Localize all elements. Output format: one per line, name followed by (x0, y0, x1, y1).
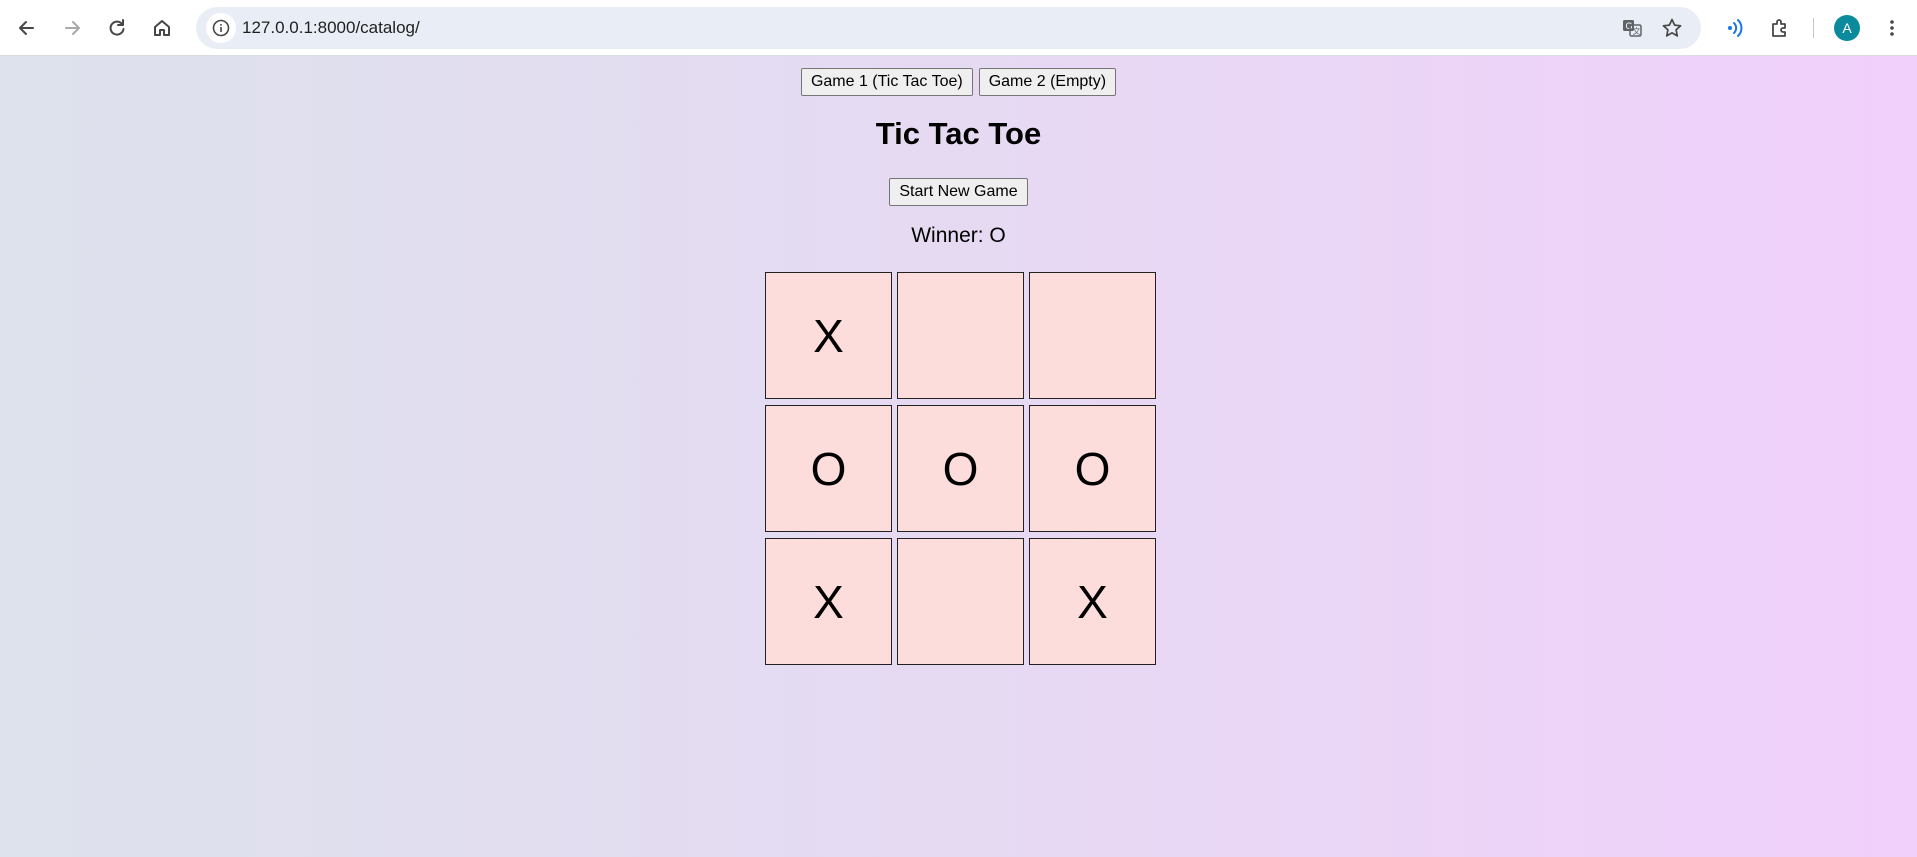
page-title: Tic Tac Toe (875, 116, 1042, 151)
game1-button[interactable]: Game 1 (Tic Tac Toe) (800, 68, 973, 96)
board-cell[interactable] (897, 272, 1024, 399)
address-bar[interactable]: 127.0.0.1:8000/catalog/ G文 (196, 7, 1701, 49)
board-cell[interactable]: X (765, 538, 892, 665)
game2-button[interactable]: Game 2 (Empty) (978, 68, 1117, 96)
start-new-game-button[interactable]: Start New Game (889, 178, 1028, 206)
media-cast-icon[interactable] (1719, 12, 1751, 44)
back-icon[interactable] (11, 12, 43, 44)
board-cell[interactable]: O (765, 405, 892, 532)
reload-icon[interactable] (101, 12, 133, 44)
site-info-icon[interactable] (206, 13, 236, 43)
url-text[interactable]: 127.0.0.1:8000/catalog/ (242, 18, 420, 38)
profile-avatar[interactable]: A (1834, 15, 1860, 41)
svg-text:文: 文 (1633, 26, 1641, 36)
board-cell[interactable]: X (1029, 538, 1156, 665)
board-cell[interactable] (1029, 272, 1156, 399)
game-status: Winner: O (911, 224, 1006, 247)
menu-kebab-icon[interactable] (1876, 12, 1908, 44)
board-cell[interactable]: O (1029, 405, 1156, 532)
bookmark-star-icon[interactable] (1657, 13, 1687, 43)
forward-icon[interactable] (56, 12, 88, 44)
svg-text:G: G (1626, 21, 1633, 31)
browser-toolbar: 127.0.0.1:8000/catalog/ G文 A (0, 0, 1917, 56)
start-button-wrap: Start New Game (0, 178, 1917, 206)
board-cell[interactable]: X (765, 272, 892, 399)
page-content: Game 1 (Tic Tac Toe) Game 2 (Empty) Tic … (0, 56, 1917, 857)
home-icon[interactable] (146, 12, 178, 44)
game-board: X O O O X X (765, 272, 1157, 668)
board-cell[interactable] (897, 538, 1024, 665)
game-nav: Game 1 (Tic Tac Toe) Game 2 (Empty) (0, 68, 1917, 96)
toolbar-divider (1813, 18, 1814, 38)
extensions-icon[interactable] (1764, 12, 1796, 44)
translate-icon[interactable]: G文 (1617, 13, 1647, 43)
board-cell[interactable]: O (897, 405, 1024, 532)
